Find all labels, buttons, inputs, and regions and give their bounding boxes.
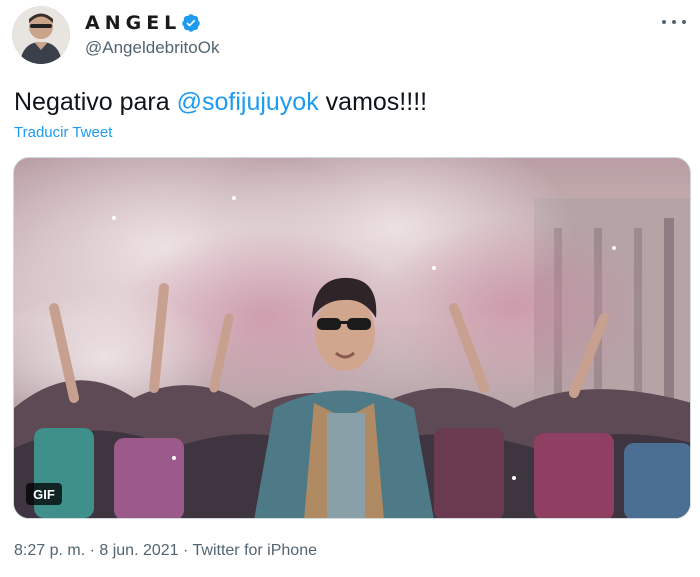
meta-separator: ·	[178, 542, 193, 559]
tweet-text-before: Negativo para	[14, 88, 177, 116]
profile-photo-icon	[12, 6, 70, 64]
more-options-button[interactable]	[662, 12, 686, 32]
more-dot-icon	[662, 20, 666, 24]
tweet-date[interactable]: 8 jun. 2021	[99, 542, 178, 559]
translate-tweet-link[interactable]: Traducir Tweet	[14, 124, 112, 141]
tweet-card: ANGEL @AngeldebritoOk Negativo para @sof…	[0, 0, 700, 577]
gif-badge: GIF	[26, 483, 62, 505]
tweet-text-after: vamos!!!!	[318, 88, 428, 116]
verified-badge-icon	[182, 14, 201, 32]
mention-link[interactable]: @sofijujuyok	[177, 88, 319, 116]
more-dot-icon	[672, 20, 676, 24]
avatar[interactable]	[12, 6, 70, 64]
author-display-name[interactable]: ANGEL	[85, 12, 181, 34]
author-handle[interactable]: @AngeldebritoOk	[85, 38, 219, 58]
tweet-time[interactable]: 8:27 p. m.	[14, 542, 85, 559]
meta-separator: ·	[85, 542, 100, 559]
more-dot-icon	[682, 20, 686, 24]
author-name-row[interactable]: ANGEL	[85, 10, 201, 36]
tweet-source[interactable]: Twitter for iPhone	[193, 542, 318, 559]
tweet-meta: 8:27 p. m. · 8 jun. 2021 · Twitter for i…	[14, 542, 317, 560]
gif-media[interactable]	[13, 157, 691, 519]
tweet-text: Negativo para @sofijujuyok vamos!!!!	[14, 88, 427, 117]
gif-scene-image	[14, 158, 690, 518]
